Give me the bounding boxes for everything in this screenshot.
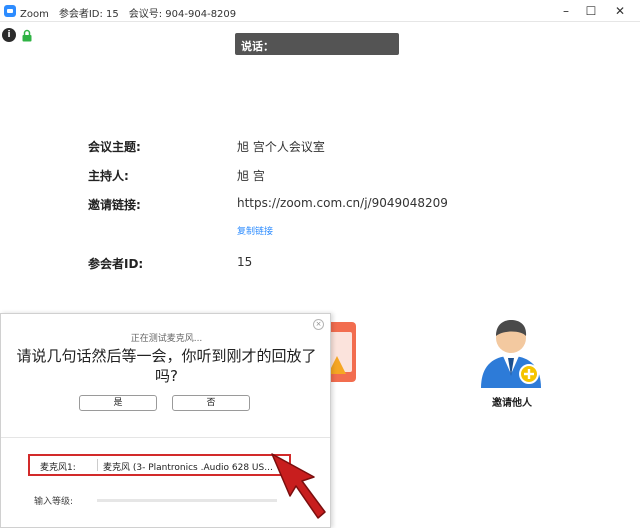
talking-indicator: 说话： xyxy=(235,33,399,55)
topic-label: 会议主题: xyxy=(88,140,141,154)
window-title: Zoom 参会者ID: 15 会议号: 904-904-8209 xyxy=(20,5,246,20)
title-bar: Zoom 参会者ID: 15 会议号: 904-904-8209 – ☐ ✕ xyxy=(0,0,640,22)
title-meeting-number: 会议号: 904-904-8209 xyxy=(128,9,237,20)
copy-link-button[interactable]: 复制链接 xyxy=(237,224,273,237)
maximize-button[interactable]: ☐ xyxy=(581,2,601,20)
dialog-divider xyxy=(1,437,330,438)
title-participant-id: 参会者ID: 15 xyxy=(58,9,119,20)
microphone-dropdown[interactable]: 麦克风 (3- Plantronics .Audio 628 US... xyxy=(103,460,273,473)
participant-id-value: 15 xyxy=(237,255,253,269)
host-value: 旭 宫 xyxy=(237,169,265,183)
invite-others-icon[interactable] xyxy=(477,316,545,388)
dialog-question: 请说几句话然后等一会，你听到刚才的回放了吗? xyxy=(16,347,317,385)
red-arrow-icon xyxy=(271,453,326,519)
invite-others-label: 邀请他人 xyxy=(492,398,532,409)
app-name: Zoom xyxy=(20,9,49,20)
no-button[interactable]: 否 xyxy=(172,395,250,411)
participant-id-label: 参会者ID: xyxy=(88,257,144,271)
close-button[interactable]: ✕ xyxy=(610,2,630,20)
minimize-button[interactable]: – xyxy=(556,2,576,20)
input-level-meter xyxy=(97,499,277,502)
topic-value: 旭 宫个人会议室 xyxy=(237,140,325,154)
invite-link-value: https://zoom.com.cn/j/9049048209 xyxy=(237,196,448,210)
lock-icon[interactable] xyxy=(22,29,32,42)
invite-link-label: 邀请链接: xyxy=(88,198,141,212)
microphone-label: 麦克风1: xyxy=(40,463,76,473)
yes-button[interactable]: 是 xyxy=(79,395,157,411)
microphone-select-row: 麦克风1: 麦克风 (3- Plantronics .Audio 628 US.… xyxy=(28,454,291,476)
info-icon[interactable]: i xyxy=(2,28,16,42)
input-level-label: 输入等级: xyxy=(34,497,74,507)
microphone-separator xyxy=(97,459,98,471)
zoom-logo-icon xyxy=(4,5,16,17)
host-label: 主持人: xyxy=(88,169,129,183)
dialog-close-icon[interactable]: × xyxy=(313,319,324,330)
dialog-subtitle: 正在测试麦克风... xyxy=(130,334,203,344)
